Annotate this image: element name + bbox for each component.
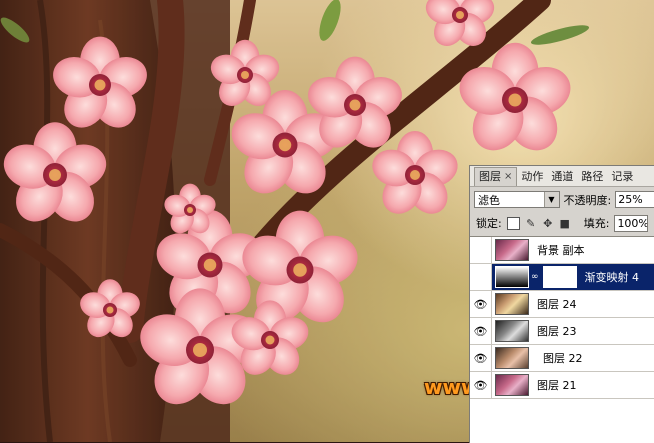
layer-name: 图层 24 (537, 298, 577, 311)
link-icon: ∞ (531, 272, 539, 282)
visibility-toggle[interactable]: 👁 (470, 318, 492, 344)
layer-name: 背景 副本 (537, 244, 585, 257)
layer-name: 图层 22 (543, 352, 583, 365)
visibility-toggle[interactable]: 👁 (470, 345, 492, 371)
close-icon[interactable]: × (504, 168, 512, 186)
brush-icon[interactable]: ✎ (525, 217, 537, 230)
blend-mode-select[interactable]: 滤色 ▼ (474, 191, 560, 208)
layer-thumbnail (495, 374, 529, 396)
layer-row[interactable]: 👁 图层 23 (470, 318, 654, 345)
lock-transparent-pixels-icon[interactable] (506, 216, 520, 230)
layer-row[interactable]: 👁 图层 22 (470, 345, 654, 372)
tab-layers[interactable]: 图层 × (474, 167, 518, 186)
layer-row[interactable]: 背景 副本 (470, 237, 654, 264)
visibility-toggle[interactable]: 👁 (470, 291, 492, 317)
layer-row[interactable]: 👁 图层 21 (470, 372, 654, 399)
layer-name: 渐变映射 4 (584, 271, 640, 284)
visibility-toggle[interactable]: 👁 (470, 372, 492, 398)
layer-thumbnail (495, 293, 529, 315)
opacity-input[interactable]: 25% (615, 191, 654, 208)
layer-name: 图层 23 (537, 325, 577, 338)
layer-mask-thumbnail (542, 266, 577, 288)
hidden-eye-icon (474, 243, 488, 257)
chevron-down-icon: ▼ (543, 192, 559, 207)
layer-row-selected[interactable]: 👁 ∞ 渐变映射 4 (470, 264, 654, 291)
blend-opacity-row: 滤色 ▼ 不透明度: 25% (470, 187, 654, 212)
layer-thumbnail (495, 347, 529, 369)
move-icon[interactable]: ✥ (542, 217, 554, 230)
panel-tabs: 图层 × 动作 通道 路径 记录 (470, 166, 654, 187)
eye-icon: 👁 (473, 324, 488, 338)
fill-label: 填充: (583, 217, 610, 230)
lock-icon[interactable]: ■ (559, 217, 571, 230)
fill-input[interactable]: 100% (614, 214, 649, 232)
eye-icon: 👁 (473, 297, 488, 311)
layers-panel: 图层 × 动作 通道 路径 记录 滤色 ▼ 不透明度: 25% 锁定: ✎ ✥ … (469, 165, 654, 443)
visibility-toggle[interactable]: 👁 (470, 264, 492, 290)
tab-history[interactable]: 记录 (607, 168, 637, 186)
layers-list: 背景 副本 👁 ∞ 渐变映射 4 👁 图层 24 👁 图层 23 👁 图层 22… (470, 236, 654, 443)
eye-icon: 👁 (473, 270, 488, 284)
tab-label: 图层 (479, 170, 501, 183)
gradient-map-thumbnail (495, 266, 529, 288)
layer-thumbnail (495, 239, 529, 261)
lock-fill-row: 锁定: ✎ ✥ ■ 填充: 100% (470, 212, 654, 234)
visibility-toggle[interactable] (470, 237, 492, 263)
opacity-label: 不透明度: (563, 193, 612, 207)
eye-icon: 👁 (473, 351, 488, 365)
eye-icon: 👁 (473, 378, 488, 392)
layer-name: 图层 21 (537, 379, 577, 392)
layer-row[interactable]: 👁 图层 24 (470, 291, 654, 318)
lock-label: 锁定: (476, 217, 502, 230)
blend-mode-value: 滤色 (478, 193, 500, 207)
tab-channels[interactable]: 通道 (547, 168, 577, 186)
layer-thumbnail (495, 320, 529, 342)
tab-paths[interactable]: 路径 (577, 168, 607, 186)
tab-actions[interactable]: 动作 (517, 168, 547, 186)
